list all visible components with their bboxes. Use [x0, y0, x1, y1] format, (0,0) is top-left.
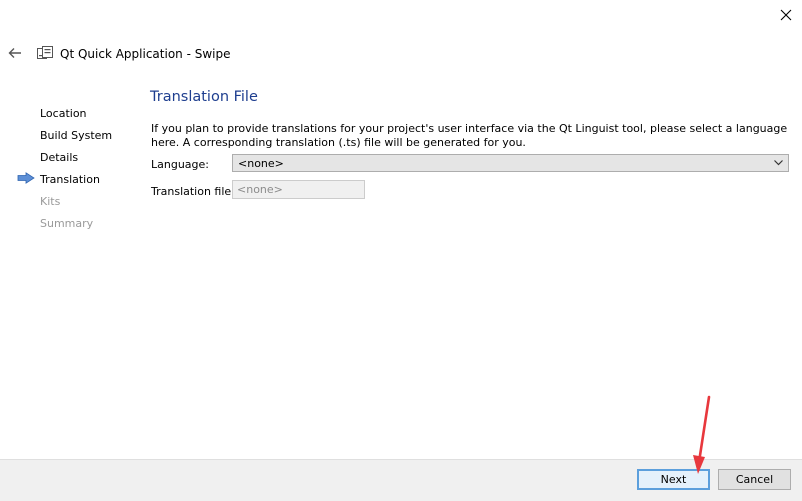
sidebar-item-build-system: Build System: [40, 129, 113, 142]
arrow-right-icon: [17, 172, 35, 184]
language-select[interactable]: <none>: [232, 154, 789, 172]
back-arrow-icon: [8, 48, 21, 58]
sidebar-item-summary: Summary: [40, 217, 94, 230]
chevron-down-icon: [774, 160, 783, 166]
page-title: Translation File: [150, 89, 258, 105]
next-button[interactable]: Next: [637, 469, 710, 490]
translation-file-label: Translation file:: [151, 185, 235, 198]
annotation-arrow-icon: [693, 395, 711, 474]
sidebar-item-translation: Translation: [40, 173, 100, 186]
translation-file-value: <none>: [237, 183, 283, 196]
translation-file-field: <none>: [232, 180, 365, 199]
close-icon: [780, 9, 792, 21]
sidebar-item-location: Location: [40, 107, 87, 120]
back-button[interactable]: [4, 42, 26, 64]
language-select-value: <none>: [238, 156, 284, 170]
cancel-button[interactable]: Cancel: [718, 469, 791, 490]
qt-wizard-icon: [37, 46, 53, 59]
language-label: Language:: [151, 158, 209, 171]
close-button[interactable]: [771, 3, 801, 27]
sidebar-item-details: Details: [40, 151, 79, 164]
window-title: Qt Quick Application - Swipe: [60, 47, 231, 61]
page-description: If you plan to provide translations for …: [151, 122, 788, 149]
sidebar-item-kits: Kits: [40, 195, 61, 208]
